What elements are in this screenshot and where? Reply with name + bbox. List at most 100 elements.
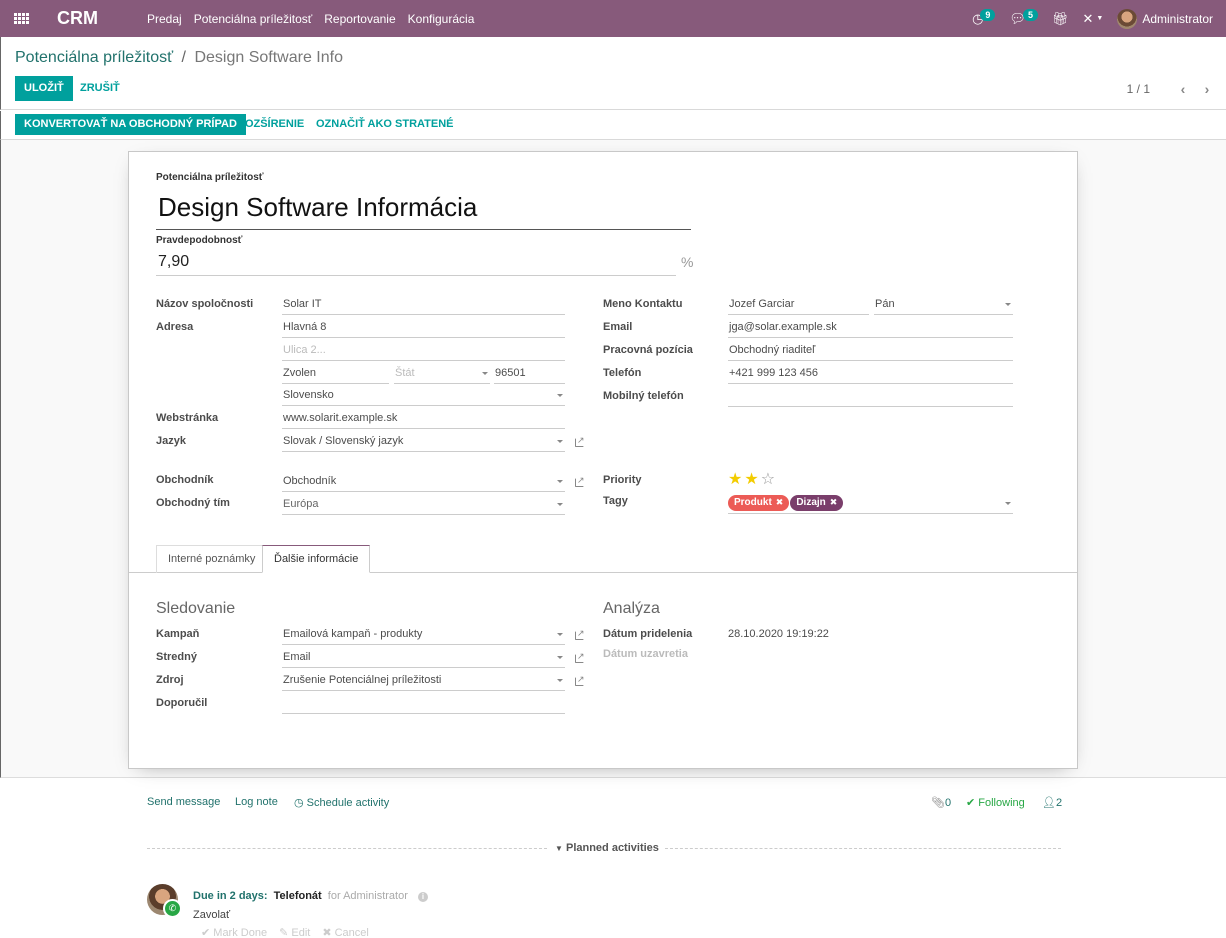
city-input[interactable]: Zvolen — [282, 364, 389, 384]
menu-reporting[interactable]: Reportovanie — [318, 12, 401, 26]
pager-previous-icon[interactable]: ‹ — [1174, 81, 1192, 97]
tags-input[interactable]: Produkt ✖ Dizajn ✖ — [728, 494, 1013, 514]
caret-down-icon — [557, 440, 563, 443]
planned-activities-toggle[interactable]: ▼ Planned activities — [147, 842, 1061, 856]
mobile-input[interactable] — [728, 387, 1013, 407]
source-value: Zrušenie Potenciálnej príležitosti — [283, 674, 442, 686]
attachments-button[interactable]: 📎︎0 — [931, 796, 951, 809]
phone-label: Telefón — [603, 367, 642, 379]
save-button[interactable]: ULOŽIŤ — [15, 76, 73, 101]
user-menu[interactable]: Administrator — [1142, 12, 1213, 26]
tab-extra-info[interactable]: Ďalšie informácie — [262, 545, 371, 573]
language-value: Slovak / Slovenský jazyk — [283, 435, 404, 447]
sales-team-select[interactable]: Európa — [282, 495, 565, 515]
salesperson-label: Obchodník — [156, 474, 214, 486]
caret-down-icon — [557, 394, 563, 397]
caret-down-icon — [1005, 303, 1011, 306]
menu-leads[interactable]: Potenciálna príležitosť — [188, 12, 319, 26]
state-select[interactable]: Štát — [394, 364, 490, 384]
top-navbar: CRM Predaj Potenciálna príležitosť Repor… — [0, 0, 1226, 37]
email-input[interactable]: jga@solar.example.sk — [728, 318, 1013, 338]
check-icon: ✔ — [966, 797, 976, 809]
remove-tag-icon[interactable]: ✖ — [830, 497, 838, 508]
company-input[interactable]: Solar IT — [282, 295, 565, 315]
mark-lost-button[interactable]: OZNAČIŤ AKO STRATENÉ — [316, 114, 454, 135]
contact-name-label: Meno Kontaktu — [603, 298, 683, 310]
send-message-button[interactable]: Send message — [147, 796, 220, 808]
salesperson-select[interactable]: Obchodník — [282, 472, 565, 492]
website-label: Webstránka — [156, 412, 219, 424]
edit-activity-button[interactable]: ✎ Edit — [279, 926, 310, 938]
breadcrumb-separator: / — [181, 49, 186, 66]
phone-icon: ✆ — [163, 899, 182, 918]
tab-internal-notes[interactable]: Interné poznámky — [156, 545, 268, 573]
tracking-group-title: Sledovanie — [156, 600, 236, 617]
street-input[interactable]: Hlavná 8 — [282, 318, 565, 338]
phone-input[interactable]: +421 999 123 456 — [728, 364, 1013, 384]
star-filled-icon[interactable]: ★ — [744, 472, 758, 488]
menu-configuration[interactable]: Konfigurácia — [402, 12, 481, 26]
country-select[interactable]: Slovensko — [282, 386, 565, 406]
mobile-label: Mobilný telefón — [603, 390, 684, 402]
source-select[interactable]: Zrušenie Potenciálnej príležitosti — [282, 671, 565, 691]
log-note-button[interactable]: Log note — [235, 796, 278, 808]
debug-tools-button[interactable]: ✕ ▼ — [1082, 11, 1103, 27]
lead-title-input[interactable]: Design Software Informácia — [156, 188, 691, 230]
tools-icon: ✕ — [1082, 10, 1094, 26]
star-filled-icon[interactable]: ★ — [728, 472, 742, 488]
breadcrumb-current: Design Software Info — [194, 49, 343, 66]
info-icon[interactable]: i — [417, 892, 428, 902]
contact-title-select[interactable]: Pán — [874, 295, 1013, 315]
breadcrumb-parent[interactable]: Potenciálna príležitosť — [15, 49, 173, 66]
activity-type: Telefonát — [273, 890, 322, 902]
medium-select[interactable]: Email — [282, 648, 565, 668]
gift-icon[interactable]: 🎁︎ — [1052, 11, 1069, 27]
mark-done-button[interactable]: ✔ Mark Done — [201, 926, 267, 938]
campaign-select[interactable]: Emailová kampaň - produkty — [282, 625, 565, 645]
street2-input[interactable]: Ulica 2... — [282, 341, 565, 361]
zip-input[interactable]: 96501 — [494, 364, 565, 384]
menu-sales[interactable]: Predaj — [141, 12, 188, 26]
email-label: Email — [603, 321, 633, 333]
contact-title-value: Pán — [875, 298, 895, 310]
external-link-icon[interactable]: ↗ — [575, 475, 585, 487]
state-placeholder: Štát — [395, 367, 415, 379]
app-name[interactable]: CRM — [57, 8, 133, 29]
star-empty-icon[interactable]: ☆ — [761, 472, 775, 488]
caret-down-icon: ▼ — [1096, 15, 1104, 22]
remove-tag-icon[interactable]: ✖ — [776, 497, 784, 508]
website-input[interactable]: www.solarit.example.sk — [282, 409, 565, 429]
following-button[interactable]: ✔ Following — [966, 796, 1025, 809]
lead-title-label: Potenciálna príležitosť — [156, 172, 264, 183]
convert-to-opportunity-button[interactable]: KONVERTOVAŤ NA OBCHODNÝ PRÍPAD — [15, 114, 246, 135]
apps-menu-icon[interactable] — [14, 12, 30, 25]
external-link-icon[interactable]: ↗ — [575, 651, 585, 663]
sales-team-label: Obchodný tím — [156, 497, 230, 509]
schedule-activity-button[interactable]: ◷ Schedule activity — [294, 796, 389, 809]
probability-input[interactable]: 7,90 — [156, 250, 676, 276]
followers-button[interactable]: 👤︎2 — [1042, 796, 1062, 809]
company-label: Názov spoločnosti — [156, 298, 254, 310]
activity-button[interactable]: ◷ 9 — [972, 8, 996, 27]
contact-name-input[interactable]: Jozef Garciar — [728, 295, 869, 315]
external-link-icon[interactable]: ↗ — [575, 628, 585, 640]
language-select[interactable]: Slovak / Slovenský jazyk — [282, 432, 565, 452]
referred-input[interactable] — [282, 694, 565, 714]
messages-button[interactable]: 💬︎ 5 — [1009, 8, 1038, 27]
activity-header: Due in 2 days: Telefonát for Administrat… — [193, 890, 428, 902]
enrich-button[interactable]: ROZŠÍRENIE — [237, 114, 304, 135]
external-link-icon[interactable]: ↗ — [575, 435, 585, 447]
priority-widget[interactable]: ★ ★ ☆ — [728, 472, 775, 488]
job-position-input[interactable]: Obchodný riaditeľ — [728, 341, 1013, 361]
divider — [147, 848, 547, 849]
pager: 1 / 1 ‹ › — [1127, 81, 1216, 97]
pager-value[interactable]: 1 / 1 — [1127, 82, 1150, 96]
tags-label: Tagy — [603, 495, 628, 507]
cancel-activity-button[interactable]: ✖ Cancel — [322, 926, 369, 938]
tag-label: Produkt — [734, 497, 772, 508]
user-avatar[interactable] — [1117, 8, 1138, 29]
external-link-icon[interactable]: ↗ — [575, 674, 585, 686]
discard-button[interactable]: ZRUŠIŤ — [80, 76, 120, 101]
country-value: Slovensko — [283, 389, 334, 401]
pager-next-icon[interactable]: › — [1198, 81, 1216, 97]
